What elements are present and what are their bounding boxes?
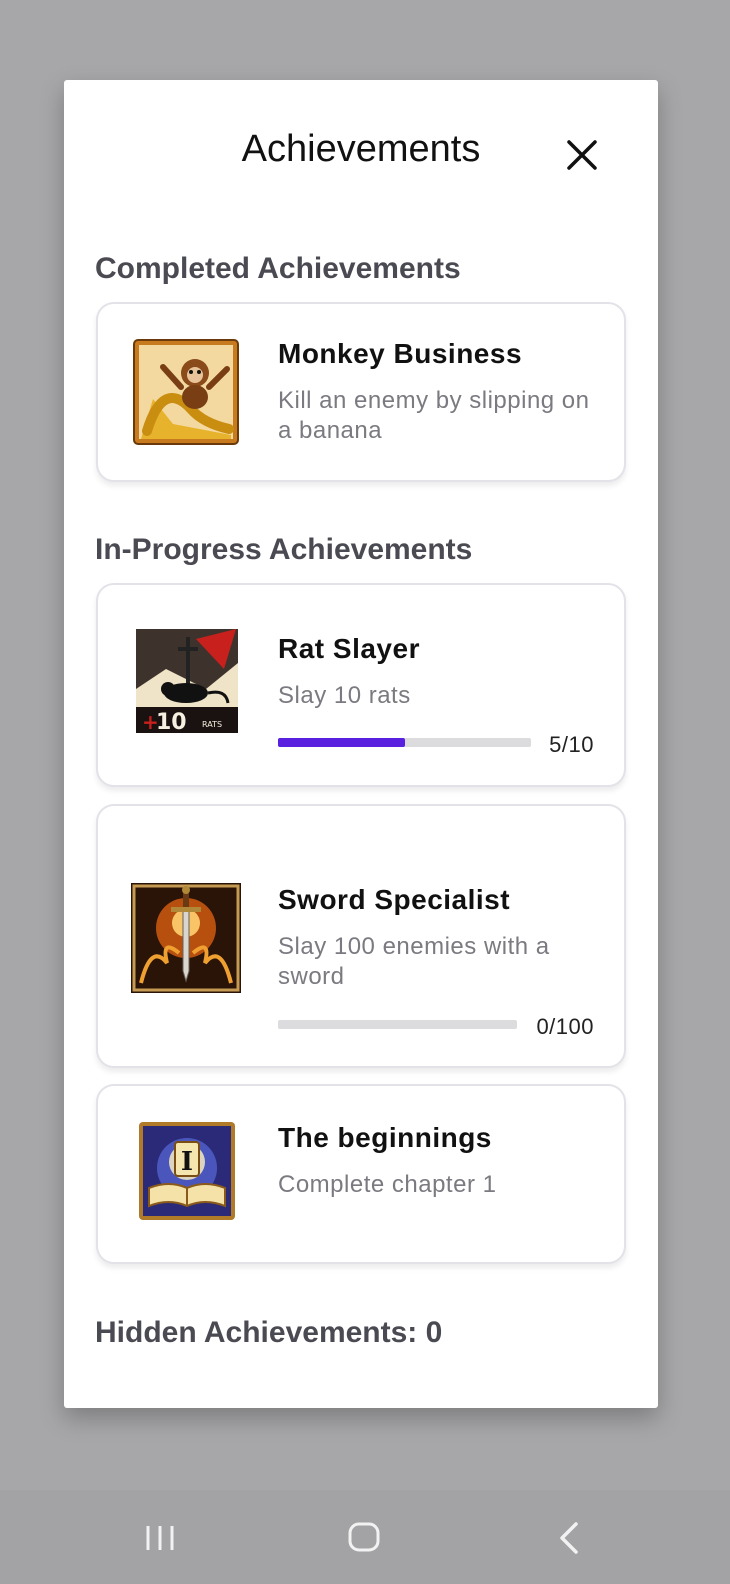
progress-bar <box>278 1020 517 1029</box>
system-nav-bar <box>0 1490 730 1584</box>
back-button[interactable] <box>540 1510 600 1566</box>
achievement-title: The beginnings <box>278 1122 492 1153</box>
achievement-card-rat-slayer[interactable]: + 10 RATS Rat Slayer Slay 10 rats 5/10 <box>96 583 626 787</box>
close-icon <box>567 140 597 170</box>
home-button[interactable] <box>334 1510 394 1566</box>
achievement-title: Sword Specialist <box>278 884 511 915</box>
achievement-card-sword-specialist[interactable]: Sword Specialist Slay 100 enemies with a… <box>96 804 626 1068</box>
sword-icon <box>131 883 241 998</box>
back-icon <box>560 1522 578 1554</box>
achievement-title: Monkey Business <box>278 338 523 369</box>
chapter-book-icon: I <box>139 1122 235 1225</box>
hidden-achievements-count: Hidden Achievements: 0 <box>95 1316 443 1349</box>
progress-count: 0/100 <box>536 1014 594 1039</box>
progress-bar <box>278 738 531 747</box>
svg-text:RATS: RATS <box>202 720 222 729</box>
svg-text:I: I <box>181 1147 193 1177</box>
achievement-description: Slay 100 enemies with a sword <box>278 933 550 990</box>
achievement-card-the-beginnings[interactable]: I The beginnings Complete chapter 1 <box>96 1084 626 1264</box>
close-button[interactable] <box>559 132 605 178</box>
achievement-card-monkey-business[interactable]: Monkey Business Kill an enemy by slippin… <box>96 302 626 482</box>
achievement-description: Complete chapter 1 <box>278 1171 497 1198</box>
rat-slayer-icon: + 10 RATS <box>136 629 238 738</box>
achievement-description: Kill an enemy by slipping on a banana <box>278 387 590 444</box>
achievement-description: Slay 10 rats <box>278 682 411 709</box>
recents-icon <box>146 1526 174 1550</box>
progress-fill <box>278 738 405 747</box>
home-icon <box>348 1522 380 1552</box>
achievement-title: Rat Slayer <box>278 633 420 664</box>
completed-heading: Completed Achievements <box>95 252 461 285</box>
svg-text:10: 10 <box>156 710 187 733</box>
progress-count: 5/10 <box>549 732 594 757</box>
in-progress-heading: In-Progress Achievements <box>95 533 473 566</box>
monkey-banana-icon <box>133 339 239 450</box>
achievements-dialog: Achievements Completed Achievements Monk… <box>64 80 658 1408</box>
recents-button[interactable] <box>130 1510 190 1566</box>
